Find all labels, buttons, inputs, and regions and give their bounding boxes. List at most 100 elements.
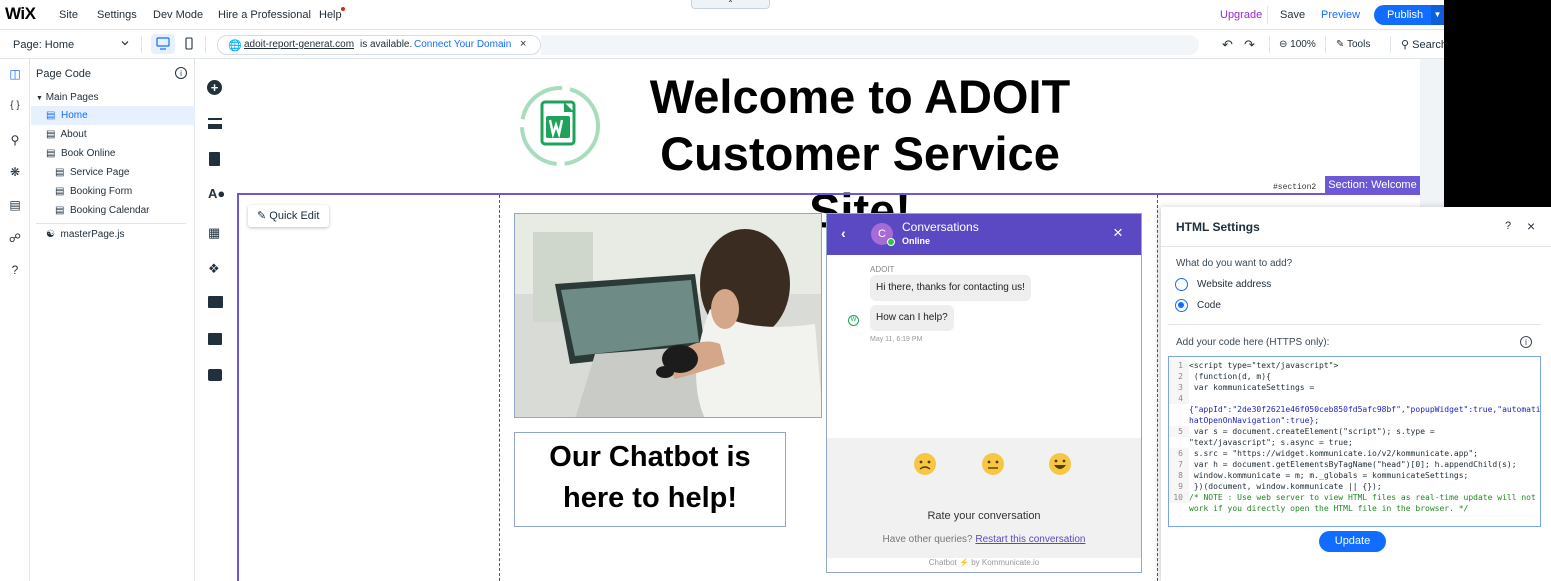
code-line[interactable]: 4	[1169, 393, 1189, 404]
option-code-label: Code	[1197, 300, 1221, 311]
chat-widget[interactable]: ‹ C Conversations Online × ADOIT Hi ther…	[826, 213, 1142, 573]
menu-settings[interactable]: Settings	[97, 9, 137, 21]
code-line[interactable]: 8 window.kommunicate = m; m._globals = k…	[1169, 470, 1468, 481]
code-line[interactable]: hatOpenOnNavigation":true};	[1169, 415, 1319, 426]
globe-icon: 🌐	[228, 40, 242, 52]
restart-conversation-link[interactable]: Restart this conversation	[975, 534, 1085, 545]
preview-button[interactable]: Preview	[1321, 9, 1360, 21]
menu-help[interactable]: Help	[319, 9, 342, 21]
wix-logo[interactable]: WiX	[5, 4, 36, 24]
database-icon[interactable]: ▤	[6, 198, 24, 212]
radio-code[interactable]	[1175, 299, 1188, 312]
code-line[interactable]: 3 var kommunicateSettings =	[1169, 382, 1314, 393]
business-icon[interactable]	[208, 369, 222, 381]
undo-icon[interactable]: ↶	[1222, 37, 1233, 53]
save-button[interactable]: Save	[1280, 9, 1305, 21]
code-line[interactable]: work if you directly open the HTML file …	[1169, 503, 1468, 514]
add-question: What do you want to add?	[1176, 258, 1293, 269]
code-line[interactable]: 6 s.src = "https://widget.kommunicate.io…	[1169, 448, 1478, 459]
chatbot-heading-line-1: Our Chatbot is	[549, 441, 751, 473]
sections-icon[interactable]	[208, 118, 222, 129]
code-line[interactable]: 2 (function(d, m){	[1169, 371, 1271, 382]
menu-dev-mode[interactable]: Dev Mode	[153, 9, 203, 21]
settings-icon[interactable]: ☍	[6, 231, 24, 245]
radio-website-address[interactable]	[1175, 278, 1188, 291]
code-line[interactable]: 10/* NOTE : Use web server to view HTML …	[1169, 492, 1536, 503]
main-pages-group[interactable]: ▼ Main Pages	[36, 92, 99, 103]
help-notification-dot	[341, 7, 345, 11]
close-icon[interactable]: ×	[1527, 218, 1535, 234]
tree-item-service-page[interactable]: ▤ Service Page	[55, 167, 130, 178]
neutral-face-icon[interactable]	[981, 452, 1005, 476]
package-icon[interactable]: ❋	[6, 165, 24, 179]
hero-image[interactable]	[514, 213, 822, 418]
chat-message: Hi there, thanks for contacting us!	[870, 275, 1031, 301]
apps-icon[interactable]: ▦	[208, 225, 220, 241]
upgrade-link[interactable]: Upgrade	[1220, 9, 1262, 21]
close-icon[interactable]: ×	[520, 38, 526, 50]
code-line[interactable]: 9 })(document, window.kommunicate || {})…	[1169, 481, 1382, 492]
site-url[interactable]: adoit-report-generat.com	[244, 39, 354, 50]
menu-site[interactable]: Site	[59, 9, 78, 21]
line-number: 7	[1169, 459, 1189, 470]
connect-domain-link[interactable]: Connect Your Domain	[414, 39, 511, 50]
sad-face-icon[interactable]	[913, 452, 937, 476]
screen-overflow-area	[1444, 0, 1551, 207]
page-selector[interactable]: Page: Home	[13, 39, 74, 51]
pages-icon[interactable]	[209, 152, 220, 166]
chevron-down-icon[interactable]	[120, 38, 130, 51]
search-button[interactable]: ⚲ Search	[1401, 38, 1447, 51]
collapse-toolbar-button[interactable]: ⌃	[691, 0, 770, 9]
chatbot-heading-box[interactable]: Our Chatbot is here to help!	[514, 432, 786, 527]
close-icon[interactable]: ×	[1113, 223, 1123, 243]
redo-icon[interactable]: ↷	[1244, 37, 1255, 53]
app-market-icon[interactable]: ❖	[208, 261, 220, 277]
code-line[interactable]: 7 var h = document.getElementsByTagName(…	[1169, 459, 1517, 470]
back-icon[interactable]: ‹	[841, 225, 846, 241]
mobile-view-button[interactable]	[183, 36, 195, 55]
tree-item-about[interactable]: ▤ About	[46, 129, 87, 140]
code-editor[interactable]: 1 <script type="text/javascript"> 2 (funct…	[1168, 356, 1541, 527]
tree-item-book-online[interactable]: ▤ Book Online	[46, 148, 116, 159]
publish-dropdown-chevron-icon[interactable]: ▼	[1431, 5, 1444, 25]
search-icon: ⚲	[1401, 39, 1410, 51]
code-line[interactable]: 5 var s = document.createElement("script…	[1169, 426, 1435, 437]
design-icon[interactable]: A●	[208, 186, 225, 201]
help-icon[interactable]: ?	[6, 263, 24, 277]
document-logo-icon[interactable]	[516, 82, 604, 170]
tree-item-home-label[interactable]: ▤ Home	[46, 110, 88, 121]
top-bar: WiX Site Settings Dev Mode Hire a Profes…	[0, 0, 1551, 30]
page-code-icon[interactable]: ◫	[6, 67, 24, 81]
code-line[interactable]: 1 <script type="text/javascript">	[1169, 360, 1338, 371]
chatbot-heading-line-2: here to help!	[562, 482, 737, 514]
add-icon[interactable]: +	[207, 80, 222, 95]
divider	[205, 36, 206, 53]
menu-hire-professional[interactable]: Hire a Professional	[218, 9, 311, 21]
help-icon[interactable]: ?	[1505, 220, 1511, 232]
tree-item-masterpage[interactable]: ☯ masterPage.js	[46, 229, 124, 240]
footer-by[interactable]: by Kommunicate.io	[971, 558, 1039, 567]
code-line[interactable]: "text/javascript"; s.async = true;	[1169, 437, 1353, 448]
cms-icon[interactable]	[208, 333, 222, 345]
info-icon[interactable]: i	[1520, 336, 1532, 348]
section-label[interactable]: Section: Welcome	[1325, 176, 1420, 194]
tree-item-booking-calendar[interactable]: ▤ Booking Calendar	[55, 205, 150, 216]
mobile-icon	[185, 37, 193, 50]
quick-edit-button[interactable]: ✎ Quick Edit	[248, 205, 329, 227]
tools-button[interactable]: ✎ Tools	[1336, 39, 1370, 50]
update-button[interactable]: Update	[1319, 531, 1386, 552]
zoom-control[interactable]: ⊖ 100%	[1279, 39, 1316, 50]
divider	[1269, 36, 1270, 53]
happy-face-icon[interactable]	[1048, 452, 1072, 476]
divider	[36, 223, 186, 224]
desktop-view-button[interactable]	[151, 34, 175, 54]
page-icon: ▤	[46, 110, 56, 121]
code-line[interactable]: {"appId":"2de30f2621e46f050ceb850fd5afc9…	[1169, 404, 1540, 415]
braces-icon[interactable]: { }	[6, 100, 24, 111]
search-icon[interactable]: ⚲	[6, 133, 24, 147]
tree-item-booking-form[interactable]: ▤ Booking Form	[55, 186, 132, 197]
line-number: 6	[1169, 448, 1189, 459]
media-icon[interactable]	[208, 296, 223, 308]
info-icon[interactable]: i	[175, 67, 187, 79]
online-indicator	[887, 238, 895, 246]
